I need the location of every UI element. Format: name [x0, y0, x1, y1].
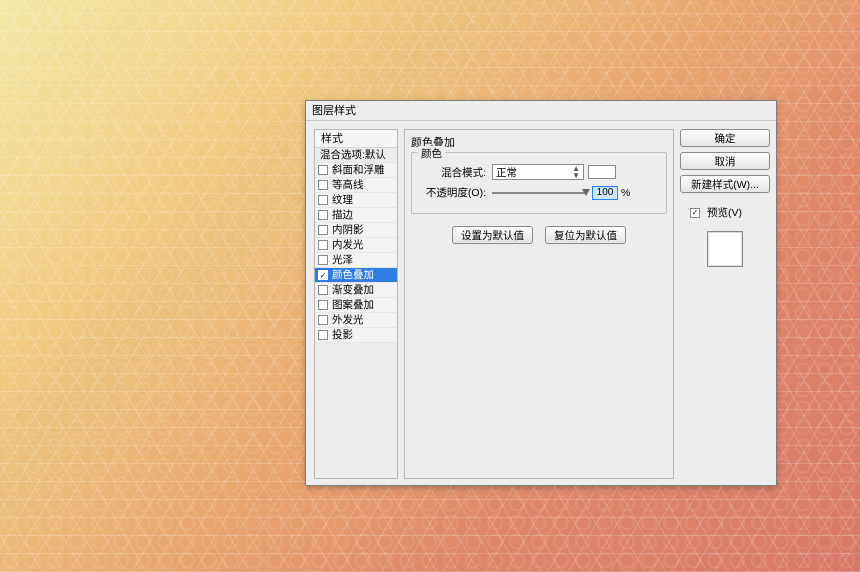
opacity-slider[interactable]	[492, 192, 587, 194]
preview-row: 预览(V)	[690, 205, 770, 220]
color-swatch[interactable]	[588, 165, 616, 179]
style-label: 投影	[332, 328, 353, 343]
style-checkbox[interactable]	[318, 225, 328, 235]
color-group-legend: 颜色	[418, 146, 445, 161]
style-row[interactable]: 斜面和浮雕	[315, 163, 397, 178]
style-label: 颜色叠加	[332, 268, 374, 283]
effect-settings-panel: 颜色叠加 颜色 混合模式: 正常 ▲▼ 不透明度(O):	[404, 129, 674, 479]
styles-header[interactable]: 样式	[315, 130, 397, 148]
cancel-button[interactable]: 取消	[680, 152, 770, 170]
ok-button[interactable]: 确定	[680, 129, 770, 147]
style-label: 等高线	[332, 178, 364, 193]
style-label: 图案叠加	[332, 298, 374, 313]
dialog-title: 图层样式	[306, 101, 776, 121]
style-checkbox[interactable]	[318, 315, 328, 325]
style-checkbox[interactable]	[318, 285, 328, 295]
make-default-button[interactable]: 设置为默认值	[452, 226, 533, 244]
blend-mode-row: 混合模式: 正常 ▲▼	[418, 164, 660, 180]
style-checkbox[interactable]	[318, 195, 328, 205]
style-checkbox[interactable]	[318, 240, 328, 250]
style-checkbox[interactable]	[318, 270, 328, 280]
style-row[interactable]: 颜色叠加	[315, 268, 397, 283]
style-label: 渐变叠加	[332, 283, 374, 298]
style-label: 描边	[332, 208, 353, 223]
style-row[interactable]: 内发光	[315, 238, 397, 253]
reset-default-button[interactable]: 复位为默认值	[545, 226, 626, 244]
blend-mode-select[interactable]: 正常 ▲▼	[492, 164, 584, 180]
style-label: 外发光	[332, 313, 364, 328]
styles-list-panel: 样式 混合选项:默认 斜面和浮雕等高线纹理描边内阴影内发光光泽颜色叠加渐变叠加图…	[314, 129, 398, 479]
blend-mode-label: 混合模式:	[418, 165, 486, 180]
style-row[interactable]: 投影	[315, 328, 397, 343]
style-label: 光泽	[332, 253, 353, 268]
layer-style-dialog: 图层样式 样式 混合选项:默认 斜面和浮雕等高线纹理描边内阴影内发光光泽颜色叠加…	[305, 100, 777, 486]
style-row[interactable]: 纹理	[315, 193, 397, 208]
preview-checkbox[interactable]	[690, 208, 700, 218]
style-checkbox[interactable]	[318, 210, 328, 220]
default-buttons-row: 设置为默认值 复位为默认值	[411, 226, 667, 244]
opacity-row: 不透明度(O): %	[418, 185, 660, 200]
style-checkbox[interactable]	[318, 180, 328, 190]
preview-label: 预览(V)	[707, 205, 742, 220]
style-row[interactable]: 渐变叠加	[315, 283, 397, 298]
blend-mode-value: 正常	[496, 165, 517, 180]
style-row[interactable]: 内阴影	[315, 223, 397, 238]
select-arrows-icon: ▲▼	[572, 165, 580, 179]
style-checkbox[interactable]	[318, 330, 328, 340]
style-label: 内阴影	[332, 223, 364, 238]
dialog-side-buttons: 确定 取消 新建样式(W)... 预览(V)	[680, 129, 770, 267]
effect-title: 颜色叠加	[411, 134, 667, 150]
style-row[interactable]: 等高线	[315, 178, 397, 193]
new-style-button[interactable]: 新建样式(W)...	[680, 175, 770, 193]
opacity-input[interactable]	[592, 186, 618, 200]
style-row[interactable]: 图案叠加	[315, 298, 397, 313]
style-checkbox[interactable]	[318, 300, 328, 310]
dialog-body: 样式 混合选项:默认 斜面和浮雕等高线纹理描边内阴影内发光光泽颜色叠加渐变叠加图…	[312, 121, 770, 479]
color-group: 颜色 混合模式: 正常 ▲▼ 不透明度(O): %	[411, 152, 667, 214]
style-row[interactable]: 描边	[315, 208, 397, 223]
style-row[interactable]: 光泽	[315, 253, 397, 268]
style-row[interactable]: 外发光	[315, 313, 397, 328]
opacity-slider-thumb[interactable]	[582, 189, 590, 196]
opacity-unit: %	[621, 187, 630, 199]
style-label: 纹理	[332, 193, 353, 208]
style-label: 斜面和浮雕	[332, 163, 385, 178]
preview-swatch	[707, 231, 743, 267]
opacity-label: 不透明度(O):	[418, 185, 486, 200]
blending-options-label: 混合选项:默认	[320, 148, 386, 163]
style-label: 内发光	[332, 238, 364, 253]
blending-options-row[interactable]: 混合选项:默认	[315, 148, 397, 163]
style-checkbox[interactable]	[318, 165, 328, 175]
style-checkbox[interactable]	[318, 255, 328, 265]
